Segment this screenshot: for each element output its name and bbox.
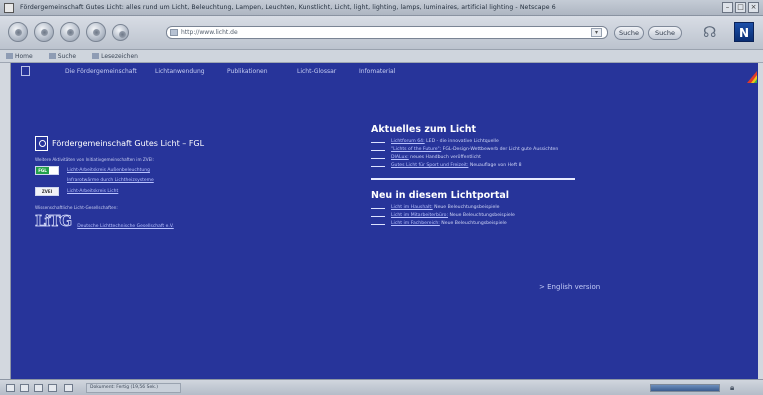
url-input[interactable]: http://www.licht.de [166, 26, 608, 39]
link-infrarotwaerme[interactable]: Infrarotwärme durch Lichtheizsysteme [67, 178, 295, 183]
search-icon [48, 53, 56, 59]
member-text: Weitere Aktivitäten von Initiativgemeins… [35, 157, 154, 162]
forward-button[interactable] [34, 22, 54, 42]
maximize-button[interactable]: □ [735, 2, 746, 13]
window-menu-icon[interactable] [4, 2, 14, 13]
progress-bar [650, 384, 720, 392]
news-link[interactable]: Lichtforum 64: [391, 139, 425, 144]
search-button[interactable]: Suche [648, 26, 682, 40]
close-button[interactable]: × [748, 2, 759, 13]
news-heading: Aktuelles zum Licht [371, 124, 477, 135]
mozilla-icon: ☊ [703, 23, 717, 41]
portal-item: Licht im Fachbereich: Neue Beleuchtungsb… [371, 221, 651, 227]
litg-logo[interactable]: LiTG [35, 213, 73, 229]
fgl-section: Fördergemeinschaft Gutes Licht – FGL Wei… [35, 136, 295, 229]
window-title: Fördergemeinschaft Gutes Licht: alles ru… [20, 4, 556, 11]
link-litg[interactable]: Deutsche Lichttechnische Gesellschaft e.… [77, 224, 174, 229]
home-button[interactable] [112, 24, 129, 41]
reload-button[interactable] [60, 22, 80, 42]
composer-icon[interactable] [34, 384, 43, 392]
status-text: Dokument: Fertig (19,56 Sek.) [86, 383, 181, 393]
netscape-logo[interactable]: N [734, 22, 754, 42]
sidebar-grippy[interactable] [0, 63, 10, 379]
rainbow-logo-stripe [754, 79, 757, 83]
link-arbeitskreis-licht[interactable]: Licht-Arbeitskreis Licht [67, 189, 118, 194]
divider [371, 178, 575, 180]
fgl-title: Fördergemeinschaft Gutes Licht – FGL [52, 139, 205, 148]
partner-text: Wissenschaftliche Licht-Gesellschaften: [35, 205, 118, 210]
page-content: Die Fördergemeinschaft Lichtanwendung Pu… [10, 63, 758, 379]
fgl-logo-icon [35, 136, 48, 151]
zvei-badge: ZVEI [35, 187, 59, 196]
news-link[interactable]: DIALux: [391, 155, 409, 160]
site-home-icon[interactable] [21, 66, 30, 76]
news-item: "Lichts of the Future": FGL-Design-Wettb… [371, 147, 651, 153]
portal-item: Licht im Mitarbeiterbüro: Neue Beleuchtu… [371, 213, 651, 219]
news-section: Aktuelles zum Licht Lichtforum 64: LED -… [371, 124, 651, 227]
nav-item-infomaterial[interactable]: Infomaterial [359, 68, 395, 75]
minimize-button[interactable]: – [722, 2, 733, 13]
progress-fill [651, 385, 719, 391]
portal-heading: Neu in diesem Lichtportal [371, 190, 510, 201]
window-titlebar: Fördergemeinschaft Gutes Licht: alles ru… [0, 0, 763, 16]
personal-item-bookmarks[interactable]: Lesezeichen [92, 53, 146, 60]
page-icon [170, 29, 178, 36]
vertical-scrollbar[interactable] [758, 63, 763, 379]
portal-link[interactable]: Licht im Mitarbeiterbüro: [391, 213, 448, 218]
home-icon [6, 53, 13, 59]
security-lock-icon[interactable]: 🔒︎ [730, 383, 740, 393]
nav-item-publikationen[interactable]: Publikationen [227, 68, 268, 75]
portal-link[interactable]: Licht im Fachbereich: [391, 221, 440, 226]
url-dropdown-icon[interactable]: ▾ [591, 28, 602, 37]
personal-item-home[interactable]: Home [6, 53, 41, 60]
navigator-icon[interactable] [6, 384, 15, 392]
news-link[interactable]: "Lichts of the Future": [391, 147, 441, 152]
online-status-icon [64, 384, 73, 392]
fgl-badge: FGL [35, 166, 59, 175]
english-version-link[interactable]: > English version [539, 283, 600, 291]
nav-item-lichtanwendung[interactable]: Lichtanwendung [155, 68, 205, 75]
site-navigation: Die Fördergemeinschaft Lichtanwendung Pu… [11, 63, 758, 83]
portal-link[interactable]: Licht im Haushalt: [391, 205, 433, 210]
link-aussenbeleuchtung[interactable]: Licht-Arbeitskreis Außenbeleuchtung [67, 168, 150, 173]
address-book-icon[interactable] [48, 384, 57, 392]
navigation-toolbar: http://www.licht.de ▾ Suche Suche ☊ N [0, 16, 763, 50]
news-link[interactable]: Gutes Licht für Sport und Freizeit: [391, 163, 468, 168]
search-label[interactable]: Suche [614, 26, 644, 40]
nav-item-glossar[interactable]: Licht-Glossar [297, 68, 336, 75]
news-item: DIALux: neues Handbuch veröffentlicht [371, 155, 651, 161]
mail-icon[interactable] [20, 384, 29, 392]
back-button[interactable] [8, 22, 28, 42]
bookmark-icon [92, 53, 100, 59]
personal-toolbar: Home Suche Lesezeichen [0, 50, 763, 63]
nav-item-foerdergemeinschaft[interactable]: Die Fördergemeinschaft [65, 68, 137, 75]
news-item: Gutes Licht für Sport und Freizeit: Neua… [371, 163, 651, 169]
portal-item: Licht im Haushalt: Neue Beleuchtungsbeis… [371, 205, 651, 211]
status-bar: Dokument: Fertig (19,56 Sek.) 🔒︎ [0, 379, 763, 395]
news-item: Lichtforum 64: LED - die innovative Lich… [371, 139, 651, 145]
personal-item-search[interactable]: Suche [48, 53, 84, 60]
stop-button[interactable] [86, 22, 106, 42]
url-text: http://www.licht.de [181, 29, 238, 36]
